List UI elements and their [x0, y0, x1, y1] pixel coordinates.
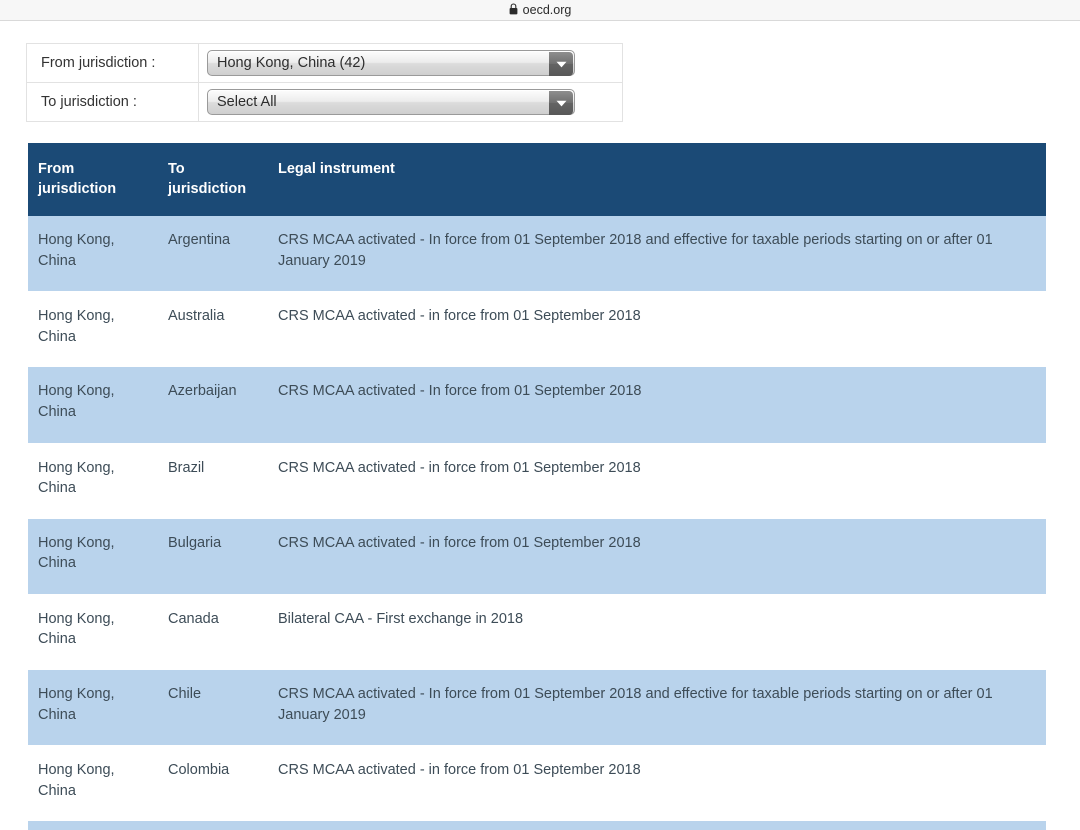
cell-from-jurisdiction: Hong Kong, China	[28, 216, 158, 292]
from-jurisdiction-select[interactable]: Hong Kong, China (42)	[207, 50, 575, 76]
table-row: Hong Kong, China Argentina CRS MCAA activa…	[28, 216, 1046, 292]
column-header-legal-instrument: Legal instrument	[268, 143, 1046, 217]
table-row: Hong Kong, China Chile CRS MCAA activated …	[28, 670, 1046, 746]
cell-legal-instrument: CRS MCAA activated - In force from 01 Se…	[268, 216, 1046, 292]
table-row: Hong Kong, China Bulgaria CRS MCAA activat…	[28, 518, 1046, 595]
table-row: Hong Kong, China Australia CRS MCAA activa…	[28, 291, 1046, 368]
from-jurisdiction-control-cell: Hong Kong, China (42)	[198, 43, 623, 83]
cell-from-jurisdiction: Hong Kong, China	[28, 518, 158, 595]
to-jurisdiction-select[interactable]: Select All	[207, 89, 575, 115]
cell-from-jurisdiction: Hong Kong, China	[28, 593, 158, 671]
from-jurisdiction-label-cell: From jurisdiction :	[26, 43, 199, 83]
cell-to-jurisdiction: Canada	[158, 593, 268, 671]
lock-icon	[509, 2, 518, 18]
cell-legal-instrument: CRS MCAA activated - In force from 01 Se…	[268, 367, 1046, 444]
table-row: Hong Kong, China Azerbaijan CRS MCAA activ…	[28, 367, 1046, 444]
cell-legal-instrument: Bilateral CAA - First exchange in 2018	[268, 593, 1046, 671]
url-display[interactable]: oecd.org	[509, 2, 572, 18]
cell-to-jurisdiction: Azerbaijan	[158, 367, 268, 444]
cell-from-jurisdiction: Hong Kong, China	[28, 442, 158, 519]
cell-from-jurisdiction: Hong Kong, China	[28, 367, 158, 444]
cell-to-jurisdiction: Colombia	[158, 745, 268, 822]
from-jurisdiction-value: Hong Kong, China (42)	[217, 55, 366, 71]
to-jurisdiction-label-cell: To jurisdiction :	[26, 82, 199, 122]
cell-from-jurisdiction: Hong Kong, China	[28, 291, 158, 368]
filter-row-from: From jurisdiction : Hong Kong, China (42…	[26, 43, 623, 83]
table-row: Hong Kong, China Canada Bilateral CAA - Fi…	[28, 593, 1046, 671]
column-header-from-jurisdiction: From jurisdiction	[28, 143, 158, 217]
to-jurisdiction-value: Select All	[217, 94, 277, 110]
cell-from-jurisdiction: Hong Kong, China	[28, 745, 158, 822]
cell-legal-instrument: CRS MCAA activated - in force from 01 Se…	[268, 442, 1046, 519]
table-body: Hong Kong, China Argentina CRS MCAA activa…	[28, 216, 1046, 830]
cell-to-jurisdiction: Chile	[158, 670, 268, 746]
chevron-down-icon[interactable]	[549, 52, 573, 76]
cell-legal-instrument: CRS MCAA activated - in force from 01 Se…	[268, 745, 1046, 822]
from-jurisdiction-label: From jurisdiction :	[41, 55, 156, 71]
browser-address-bar[interactable]: oecd.org	[0, 0, 1080, 21]
cell-legal-instrument: CRS MCAA activated - In force from 01 Se…	[268, 821, 1046, 830]
table-row: Hong Kong, China Colombia CRS MCAA activat…	[28, 745, 1046, 822]
chevron-down-icon[interactable]	[549, 91, 573, 115]
cell-to-jurisdiction: Czech Republic	[158, 821, 268, 830]
cell-to-jurisdiction: Australia	[158, 291, 268, 368]
cell-to-jurisdiction: Brazil	[158, 442, 268, 519]
exchange-relationships-table: From jurisdiction To jurisdiction Legal …	[28, 143, 1046, 830]
filter-row-to: To jurisdiction : Select All	[26, 82, 623, 122]
cell-from-jurisdiction: Hong Kong, China	[28, 821, 158, 830]
to-jurisdiction-label: To jurisdiction :	[41, 94, 137, 110]
column-header-to-jurisdiction: To jurisdiction	[158, 143, 268, 217]
to-jurisdiction-control-cell: Select All	[198, 82, 623, 122]
table-row: Hong Kong, ChinaCzech RepublicCRS MCAA a…	[28, 821, 1046, 830]
cell-legal-instrument: CRS MCAA activated - In force from 01 Se…	[268, 670, 1046, 746]
cell-from-jurisdiction: Hong Kong, China	[28, 670, 158, 746]
table-header-row: From jurisdiction To jurisdiction Legal …	[28, 143, 1046, 217]
cell-to-jurisdiction: Argentina	[158, 216, 268, 292]
cell-legal-instrument: CRS MCAA activated - in force from 01 Se…	[268, 518, 1046, 595]
cell-to-jurisdiction: Bulgaria	[158, 518, 268, 595]
url-text: oecd.org	[522, 3, 572, 17]
cell-legal-instrument: CRS MCAA activated - in force from 01 Se…	[268, 291, 1046, 368]
jurisdiction-filter-form: From jurisdiction : Hong Kong, China (42…	[26, 43, 623, 122]
page-content: From jurisdiction : Hong Kong, China (42…	[0, 21, 1080, 830]
table-row: Hong Kong, China Brazil CRS MCAA activated…	[28, 442, 1046, 519]
